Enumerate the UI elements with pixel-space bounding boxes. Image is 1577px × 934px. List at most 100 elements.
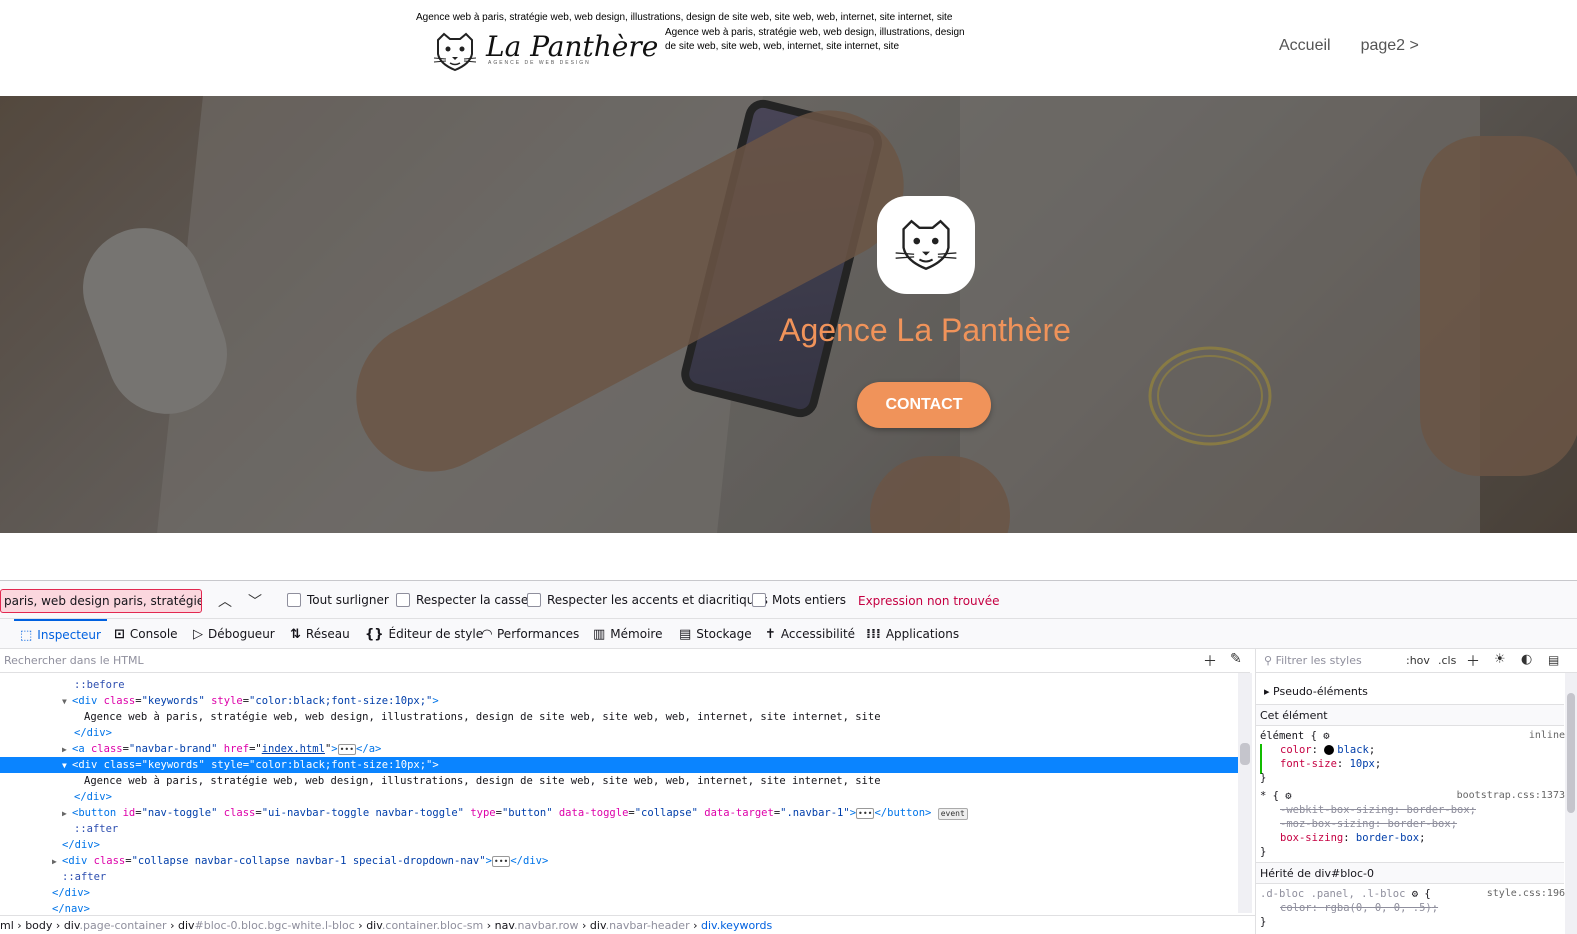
- match-case-label: Respecter la casse: [416, 593, 529, 607]
- panther-logo-icon: [433, 32, 477, 72]
- tree-line[interactable]: ▶ <div class="collapse navbar-collapse na…: [0, 853, 1238, 869]
- style-editor-icon: {}: [365, 626, 384, 642]
- breadcrumb-item[interactable]: div.container.bloc-sm: [366, 919, 483, 932]
- element-rule-selector[interactable]: élément { ⚙: [1260, 730, 1330, 742]
- tree-line[interactable]: </div>: [0, 885, 1238, 901]
- tab-label: Console: [129, 627, 178, 641]
- breadcrumb-item[interactable]: nav.navbar.row: [495, 919, 579, 932]
- match-case-checkbox[interactable]: Respecter la casse: [396, 593, 528, 607]
- tab-debogueur[interactable]: ▷ Débogueur: [193, 619, 275, 649]
- collapsed-arrow-icon[interactable]: ▶: [62, 806, 72, 822]
- html-search-input[interactable]: Rechercher dans le HTML: [0, 649, 1250, 673]
- event-badge[interactable]: event: [937, 808, 968, 820]
- checkbox-box[interactable]: [752, 593, 766, 607]
- tree-line[interactable]: Agence web à paris, stratégie web, web d…: [0, 709, 1238, 725]
- tab-memoire[interactable]: ▥ Mémoire: [593, 619, 662, 649]
- gear-icon[interactable]: ⚙: [1285, 790, 1291, 802]
- console-icon: ⊡: [114, 626, 125, 642]
- html-tree: ::before ▼ <div class="keywords" style="c…: [0, 677, 1238, 915]
- star-rule-selector[interactable]: * { ⚙: [1260, 790, 1292, 802]
- expand-arrow-icon[interactable]: ▼: [62, 694, 72, 710]
- breadcrumb-item-current[interactable]: div.keywords: [701, 919, 772, 932]
- ellipsis-icon[interactable]: •••: [856, 808, 875, 819]
- brand-subtitle: AGENCE DE WEB DESIGN: [488, 60, 591, 66]
- breadcrumb-item[interactable]: div#bloc-0.bloc.bgc-white.l-bloc: [178, 919, 355, 932]
- rule-box-sizing[interactable]: box-sizing: border-box;: [1280, 832, 1425, 844]
- checkbox-box[interactable]: [527, 593, 541, 607]
- tab-label: Performances: [497, 627, 580, 641]
- tree-scrollbar[interactable]: [1238, 673, 1252, 913]
- tab-applications[interactable]: ⁞⁞⁞ Applications: [866, 619, 959, 649]
- find-next-icon[interactable]: ﹀: [248, 591, 262, 611]
- website-viewport: Agence web à paris, stratégie web, web d…: [0, 0, 1577, 580]
- tab-performances[interactable]: ◠ Performances: [482, 619, 579, 649]
- ellipsis-icon[interactable]: •••: [337, 744, 357, 755]
- color-swatch[interactable]: [1324, 745, 1335, 755]
- tab-reseau[interactable]: ⇅ Réseau: [290, 619, 350, 649]
- network-icon: ⇅: [290, 626, 301, 642]
- tab-inspecteur[interactable]: ⬚ Inspecteur: [14, 619, 107, 649]
- match-diacritics-checkbox[interactable]: Respecter les accents et diacritiques: [527, 593, 768, 607]
- breadcrumb-item[interactable]: ml: [0, 919, 14, 932]
- hero-title: Agence La Panthère: [779, 312, 1071, 348]
- find-previous-icon[interactable]: ︿: [218, 591, 232, 611]
- tree-line[interactable]: </div>: [0, 837, 1238, 853]
- ellipsis-icon[interactable]: •••: [491, 856, 511, 867]
- whole-words-checkbox[interactable]: Mots entiers: [752, 593, 846, 607]
- text-node: Agence web à paris, stratégie web, web d…: [84, 711, 881, 723]
- tree-line[interactable]: </div>: [0, 725, 1238, 741]
- rule-webkit-box-sizing[interactable]: -webkit-box-sizing: border-box;: [1280, 804, 1476, 816]
- rule-font-size[interactable]: font-size: 10px;: [1280, 758, 1381, 770]
- eyedropper-icon[interactable]: ✎: [1230, 651, 1242, 667]
- expand-arrow-icon[interactable]: ▼: [62, 758, 72, 774]
- tab-console[interactable]: ⊡ Console: [114, 619, 178, 649]
- breadcrumb-item[interactable]: div.navbar-header: [590, 919, 690, 932]
- bloc-rule-selector[interactable]: .d-bloc .panel, .l-bloc ⚙ {: [1260, 888, 1431, 900]
- highlight-all-label: Tout surligner: [307, 593, 389, 607]
- breadcrumb-item[interactable]: body: [25, 919, 52, 932]
- add-node-icon[interactable]: ＋: [1203, 651, 1217, 671]
- nav-link-page2[interactable]: page2 >: [1361, 37, 1419, 55]
- tree-line[interactable]: ▼ <div class="keywords" style="color:blac…: [0, 693, 1238, 709]
- breadcrumb-item[interactable]: div.page-container: [64, 919, 167, 932]
- tree-line-selected[interactable]: ▼ <div class="keywords" style="color:blac…: [0, 757, 1238, 773]
- rule-moz-box-sizing[interactable]: -moz-box-sizing: border-box;: [1280, 818, 1457, 830]
- collapsed-arrow-icon[interactable]: ▶: [62, 742, 72, 758]
- hov-toggle[interactable]: :hov: [1406, 654, 1430, 667]
- collapsed-arrow-icon[interactable]: ▶: [52, 854, 62, 870]
- checkbox-box[interactable]: [287, 593, 301, 607]
- bootstrap-source-link[interactable]: bootstrap.css:1373: [1457, 790, 1565, 801]
- navbar-brand[interactable]: La Panthère AGENCE DE WEB DESIGN: [430, 30, 658, 74]
- tab-label: Réseau: [305, 627, 350, 641]
- tree-line[interactable]: ::after: [0, 821, 1238, 837]
- tab-accessibilite[interactable]: ✝ Accessibilité: [765, 619, 855, 649]
- tree-line[interactable]: ▶ <button id="nav-toggle" class="ui-navba…: [0, 805, 1238, 821]
- contact-button[interactable]: CONTACT: [857, 382, 991, 428]
- find-input[interactable]: paris, web design paris, stratégie web: [0, 589, 202, 613]
- pseudo-elements-toggle[interactable]: ▸ Pseudo-éléments: [1264, 685, 1368, 698]
- tab-editeur-style[interactable]: {} Éditeur de style: [365, 619, 483, 649]
- hero-logo: [877, 196, 975, 294]
- accessibility-icon: ✝: [765, 626, 776, 642]
- style-source-link[interactable]: style.css:196: [1487, 888, 1565, 899]
- nav-link-home[interactable]: Accueil: [1279, 37, 1331, 55]
- light-mode-icon[interactable]: ☀: [1494, 652, 1506, 667]
- tree-line[interactable]: ::before: [0, 677, 1238, 693]
- rule-color[interactable]: color: black;: [1280, 744, 1375, 756]
- tree-line[interactable]: </div>: [0, 789, 1238, 805]
- gear-icon[interactable]: ⚙: [1412, 888, 1418, 900]
- rule-inherited-color[interactable]: color: rgba(0, 0, 0, .5);: [1280, 902, 1438, 914]
- add-rule-icon[interactable]: ＋: [1466, 651, 1480, 671]
- tree-line[interactable]: </nav>: [0, 901, 1238, 915]
- gear-icon[interactable]: ⚙: [1323, 730, 1329, 742]
- print-icon[interactable]: ▤: [1548, 653, 1559, 667]
- dark-mode-icon[interactable]: ◐: [1521, 652, 1532, 667]
- tree-line[interactable]: ▶ <a class="navbar-brand" href="index.htm…: [0, 741, 1238, 757]
- cls-toggle[interactable]: .cls: [1438, 654, 1456, 667]
- tree-line[interactable]: Agence web à paris, stratégie web, web d…: [0, 773, 1238, 789]
- checkbox-box[interactable]: [396, 593, 410, 607]
- tree-line[interactable]: ::after: [0, 869, 1238, 885]
- highlight-all-checkbox[interactable]: Tout surligner: [287, 593, 389, 607]
- tab-stockage[interactable]: ▤ Stockage: [679, 619, 752, 649]
- rules-scrollbar[interactable]: [1565, 673, 1577, 934]
